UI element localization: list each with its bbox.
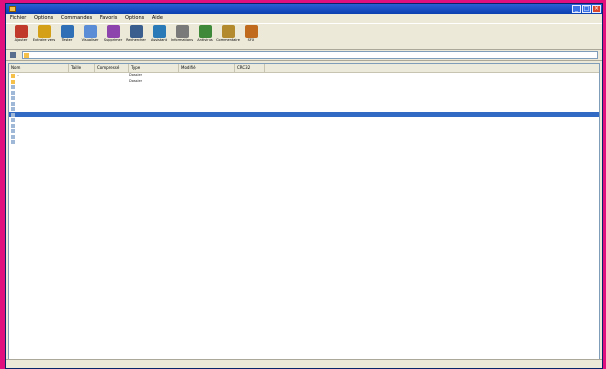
col-crc[interactable]: CRC32: [235, 64, 265, 72]
toolbar-button-4[interactable]: Supprimer: [102, 24, 124, 43]
file-icon: [11, 96, 15, 100]
toolbar-button-label: Extraire vers: [32, 38, 56, 42]
toolbar: Ajouter Extraire vers Tester Visualiser Supp…: [6, 23, 602, 50]
app-window: _ □ × Fichier Options Commandes Favoris …: [5, 3, 603, 369]
sfx-icon: [244, 25, 258, 38]
toolbar-button-9[interactable]: Commentaire: [216, 24, 240, 43]
file-icon: [11, 90, 15, 95]
file-icon: [11, 112, 15, 117]
info-icon: [175, 25, 189, 38]
add-archive-icon: [14, 25, 28, 38]
extract-icon: [37, 25, 51, 38]
menu-file[interactable]: Fichier: [10, 15, 26, 21]
minimize-button[interactable]: _: [572, 5, 581, 13]
col-type[interactable]: Type: [129, 64, 179, 72]
file-icon: [11, 79, 15, 84]
col-modified[interactable]: Modifié: [179, 64, 235, 72]
toolbar-button-label: Tester: [61, 38, 73, 42]
close-button[interactable]: ×: [592, 5, 601, 13]
menu-options[interactable]: Options: [34, 15, 53, 21]
file-icon: [11, 129, 15, 133]
virus-scan-icon: [198, 25, 212, 38]
address-bar: [6, 50, 602, 61]
table-row[interactable]: [9, 139, 599, 145]
toolbar-button-label: SFX: [247, 38, 255, 42]
toolbar-button-label: Informations: [170, 38, 194, 42]
maximize-button[interactable]: □: [582, 5, 591, 13]
view-icon: [83, 25, 97, 38]
list-header: Nom Taille Compressé Type Modifié CRC32: [9, 64, 599, 73]
list-rows: .. Dossier Dossier: [9, 73, 599, 145]
menu-options-2[interactable]: Options: [125, 15, 144, 21]
toolbar-button-8[interactable]: Antivirus: [194, 24, 216, 43]
file-icon: [11, 134, 15, 139]
toolbar-button-10[interactable]: SFX: [240, 24, 262, 43]
toolbar-button-3[interactable]: Visualiser: [79, 24, 101, 43]
toolbar-button-label: Antivirus: [197, 38, 213, 42]
col-name[interactable]: Nom: [9, 64, 69, 72]
file-icon: [11, 118, 15, 122]
file-icon: [11, 123, 15, 128]
file-icon: [11, 101, 15, 106]
delete-icon: [106, 25, 120, 38]
toolbar-button-label: Rechercher: [126, 38, 146, 42]
address-field[interactable]: [22, 51, 598, 59]
toolbar-button-5[interactable]: Rechercher: [125, 24, 147, 43]
file-icon: [11, 107, 15, 111]
file-icon: [11, 140, 15, 144]
find-icon: [129, 25, 143, 38]
toolbar-button-label: Ajouter: [14, 38, 28, 42]
toolbar-button-6[interactable]: Assistant: [148, 24, 170, 43]
status-bar: [6, 359, 602, 368]
menu-bar: Fichier Options Commandes Favoris Option…: [6, 14, 602, 23]
col-packed[interactable]: Compressé: [95, 64, 129, 72]
menu-favorites[interactable]: Favoris: [100, 15, 118, 21]
toolbar-button-label: Supprimer: [103, 38, 123, 42]
toolbar-button-0[interactable]: Ajouter: [10, 24, 32, 43]
comment-icon: [221, 25, 235, 38]
archive-icon: [24, 53, 29, 58]
title-bar[interactable]: _ □ ×: [6, 4, 602, 14]
toolbar-button-label: Visualiser: [81, 38, 99, 42]
file-icon: [11, 85, 15, 89]
app-icon: [9, 6, 16, 12]
toolbar-button-label: Assistant: [151, 38, 167, 42]
toolbar-button-label: Commentaire: [216, 38, 240, 42]
test-icon: [60, 25, 74, 38]
wizard-icon: [152, 25, 166, 38]
toolbar-button-7[interactable]: Informations: [171, 24, 193, 43]
col-size[interactable]: Taille: [69, 64, 95, 72]
file-list[interactable]: Nom Taille Compressé Type Modifié CRC32 …: [8, 63, 600, 360]
toolbar-button-1[interactable]: Extraire vers: [33, 24, 55, 43]
up-folder-icon[interactable]: [10, 52, 16, 58]
toolbar-button-2[interactable]: Tester: [56, 24, 78, 43]
menu-help[interactable]: Aide: [152, 15, 163, 21]
file-icon: [11, 74, 15, 78]
menu-commands[interactable]: Commandes: [61, 15, 92, 21]
